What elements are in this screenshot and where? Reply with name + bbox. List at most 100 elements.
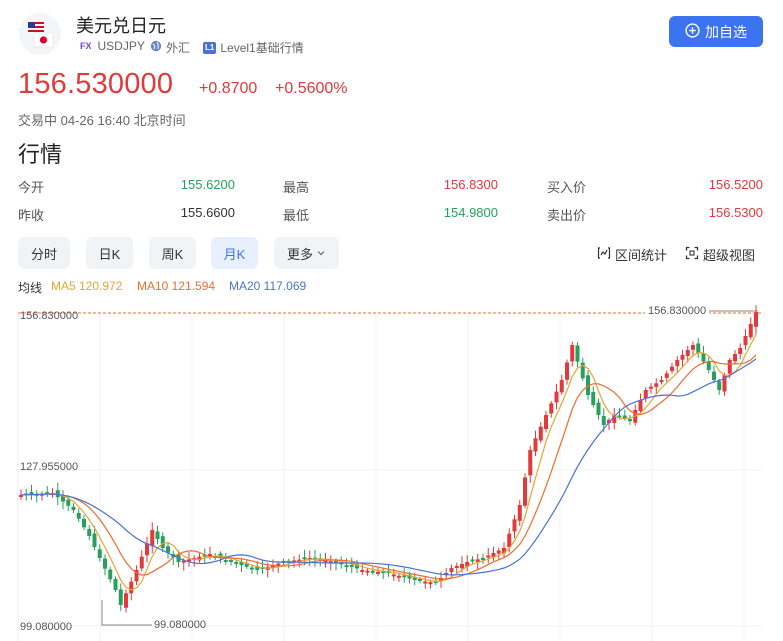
candle-body [150, 530, 155, 547]
stat-value-prev-close: 155.6600 [180, 205, 235, 220]
ma-legend-label: 均线 [18, 281, 43, 295]
level-tag: L1 [203, 41, 217, 54]
candle-body [71, 506, 76, 510]
candle-body [601, 416, 606, 425]
low-marker-label: 99.080000 [154, 619, 206, 631]
candle-body [234, 561, 239, 564]
candle-body [533, 438, 538, 452]
candle-body [706, 361, 711, 370]
super-view-button[interactable]: 超级视图 [685, 245, 755, 264]
candle-body [66, 499, 71, 506]
range-stats-label: 区间统计 [615, 248, 668, 263]
high-marker-label: 156.830000 [648, 305, 706, 317]
candle-body [685, 350, 690, 357]
add-watchlist-label: 加自选 [705, 23, 747, 40]
candle-body [223, 559, 228, 562]
candle-body [517, 505, 522, 521]
candle-body [748, 324, 753, 338]
range-stats-icon [597, 246, 611, 263]
candle-body [118, 589, 123, 605]
candle-body [139, 556, 144, 569]
stat-value-bid: 156.5200 [708, 177, 763, 192]
tab-daily-k[interactable]: 日K [86, 237, 133, 269]
candle-body [496, 550, 501, 554]
trading-status: 交易中 04-26 16:40 北京时间 [18, 113, 186, 128]
price-change: +0.8700 [199, 80, 258, 97]
candle-body [622, 415, 627, 419]
candle-body [575, 345, 580, 362]
candle-body [654, 383, 659, 387]
candle-body [145, 543, 149, 556]
candle-body [423, 581, 428, 584]
tab-intraday[interactable]: 分时 [18, 237, 70, 269]
candle-body [523, 477, 527, 506]
range-stats-button[interactable]: 区间统计 [597, 245, 667, 264]
candle-body [250, 567, 254, 570]
page-title: 美元兑日元 [76, 16, 166, 36]
us-japan-flag-icon [19, 13, 61, 55]
tab-more[interactable]: 更多 [274, 237, 339, 269]
candle-body [486, 555, 491, 558]
candle-body [454, 566, 459, 568]
candle-body [528, 450, 533, 476]
stat-label-bid: 买入价 [547, 180, 587, 195]
candle-body [754, 312, 758, 327]
stat-label-ask: 卖出价 [547, 208, 587, 223]
candle-body [717, 381, 722, 390]
globe-icon [150, 40, 162, 55]
candle-body [155, 531, 160, 539]
candle-body [108, 569, 113, 580]
candle-body [97, 549, 102, 558]
expand-view-icon [685, 246, 699, 263]
candle-body [696, 343, 701, 354]
category-info: 外汇 [150, 39, 190, 56]
candle-body [507, 533, 512, 548]
super-view-label: 超级视图 [703, 248, 756, 263]
y-label-bottom: 99.080000 [20, 621, 72, 633]
candle-body [460, 564, 464, 569]
price-change-percent: +0.5600% [275, 80, 348, 97]
candle-body [559, 380, 564, 393]
stat-label-prev-close: 昨收 [18, 208, 45, 223]
candle-body [538, 426, 543, 441]
candle-body [160, 536, 165, 548]
level-label: Level1基础行情 [220, 41, 304, 55]
candle-body [124, 593, 128, 608]
plus-circle-icon [685, 22, 700, 41]
fx-tag: FX [80, 41, 92, 51]
candle-body [691, 345, 695, 350]
candle-body [649, 386, 653, 389]
candle-body [596, 402, 601, 415]
candle-body [349, 564, 354, 567]
ma10-legend: MA10 121.594 [137, 279, 216, 293]
tab-more-label: 更多 [286, 246, 313, 262]
candle-body [113, 579, 118, 590]
candle-body [103, 558, 107, 569]
candle-body [638, 400, 643, 412]
candle-body [544, 415, 548, 429]
y-label-mid: 127.955000 [20, 461, 78, 473]
stat-label-low: 最低 [283, 208, 310, 223]
candle-body [302, 557, 307, 560]
add-watchlist-button[interactable]: 加自选 [669, 16, 763, 47]
symbol-info: FX USDJPY [78, 39, 145, 53]
candle-body [512, 519, 517, 532]
candle-body [82, 518, 86, 528]
candle-body [481, 557, 485, 560]
candle-body [129, 581, 134, 594]
candle-body [402, 575, 407, 578]
tab-monthly-k[interactable]: 月K [211, 237, 258, 269]
candle-body [370, 570, 375, 573]
candlestick-chart[interactable]: 156.830000 127.955000 99.080000 156.8300… [0, 300, 783, 641]
tab-weekly-k[interactable]: 周K [149, 237, 196, 269]
candle-body [76, 512, 81, 519]
candle-body [738, 348, 743, 354]
candle-body [643, 390, 648, 399]
candle-body [554, 391, 559, 403]
candle-body [397, 575, 401, 578]
candle-body [712, 371, 716, 380]
candle-body [727, 360, 732, 374]
ma5-line [20, 334, 757, 591]
last-price: 156.530000 [18, 68, 174, 100]
candle-body [391, 574, 396, 577]
